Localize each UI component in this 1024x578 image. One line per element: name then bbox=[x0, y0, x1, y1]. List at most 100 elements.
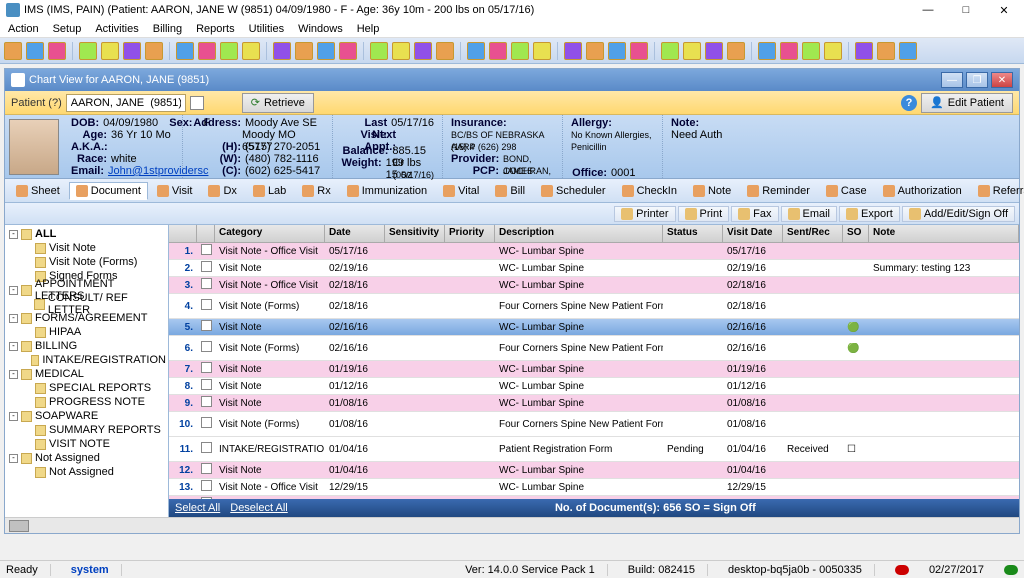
toolbar-button-25[interactable] bbox=[608, 42, 626, 60]
table-row[interactable]: 6.Visit Note (Forms)02/16/16Four Corners… bbox=[169, 336, 1019, 361]
tab-referral[interactable]: Referral bbox=[971, 182, 1024, 200]
toolbar-button-24[interactable] bbox=[586, 42, 604, 60]
toolbar-button-2[interactable] bbox=[48, 42, 66, 60]
tree-node[interactable]: -SOAPWARE bbox=[7, 409, 166, 423]
tree-node[interactable]: -FORMS/AGREEMENT bbox=[7, 311, 166, 325]
toolbar-button-35[interactable] bbox=[855, 42, 873, 60]
toolbar-button-1[interactable] bbox=[26, 42, 44, 60]
maximize-button[interactable]: □ bbox=[952, 1, 980, 19]
toolbar-button-27[interactable] bbox=[661, 42, 679, 60]
tree-node[interactable]: -MEDICAL bbox=[7, 367, 166, 381]
toolbar-button-5[interactable] bbox=[123, 42, 141, 60]
toolbar-button-36[interactable] bbox=[877, 42, 895, 60]
menu-billing[interactable]: Billing bbox=[153, 23, 182, 35]
table-row[interactable]: 3.Visit Note - Office Visit02/18/16WC- L… bbox=[169, 277, 1019, 294]
edit-patient-button[interactable]: 👤Edit Patient bbox=[921, 93, 1013, 113]
tree-node[interactable]: PROGRESS NOTE bbox=[7, 395, 166, 409]
menu-reports[interactable]: Reports bbox=[196, 23, 235, 35]
table-row[interactable]: 1.Visit Note - Office Visit05/17/16WC- L… bbox=[169, 243, 1019, 260]
table-row[interactable]: 12.Visit Note01/04/16WC- Lumbar Spine01/… bbox=[169, 462, 1019, 479]
tree-node[interactable]: Visit Note bbox=[7, 241, 166, 255]
select-all-link[interactable]: Select All bbox=[175, 502, 220, 514]
minimize-button[interactable]: — bbox=[914, 1, 942, 19]
tab-checkin[interactable]: CheckIn bbox=[615, 182, 684, 200]
menu-help[interactable]: Help bbox=[357, 23, 380, 35]
column-header[interactable]: Priority bbox=[445, 225, 495, 242]
column-header[interactable]: Date bbox=[325, 225, 385, 242]
tab-lab[interactable]: Lab bbox=[246, 182, 293, 200]
close-button[interactable]: ✕ bbox=[990, 1, 1018, 19]
toolbar-button-34[interactable] bbox=[824, 42, 842, 60]
toolbar-button-32[interactable] bbox=[780, 42, 798, 60]
tab-document[interactable]: Document bbox=[69, 182, 148, 200]
table-row[interactable]: 5.Visit Note02/16/16WC- Lumbar Spine02/1… bbox=[169, 319, 1019, 336]
menu-setup[interactable]: Setup bbox=[53, 23, 82, 35]
tree-node[interactable]: -BILLING bbox=[7, 339, 166, 353]
action-fax[interactable]: Fax bbox=[731, 206, 778, 222]
toolbar-button-33[interactable] bbox=[802, 42, 820, 60]
column-header[interactable]: Sensitivity bbox=[385, 225, 445, 242]
deselect-all-link[interactable]: Deselect All bbox=[230, 502, 287, 514]
tab-immunization[interactable]: Immunization bbox=[340, 182, 434, 200]
toolbar-button-18[interactable] bbox=[436, 42, 454, 60]
tab-dx[interactable]: Dx bbox=[201, 182, 243, 200]
toolbar-button-14[interactable] bbox=[339, 42, 357, 60]
toolbar-button-22[interactable] bbox=[533, 42, 551, 60]
tab-vital[interactable]: Vital bbox=[436, 182, 486, 200]
table-row[interactable]: 2.Visit Note02/19/16WC- Lumbar Spine02/1… bbox=[169, 260, 1019, 277]
tree-node[interactable]: SUMMARY REPORTS bbox=[7, 423, 166, 437]
toolbar-button-28[interactable] bbox=[683, 42, 701, 60]
tree-node[interactable]: CONSULT/ REF LETTER bbox=[7, 297, 166, 311]
toolbar-button-6[interactable] bbox=[145, 42, 163, 60]
tab-bill[interactable]: Bill bbox=[488, 182, 532, 200]
column-header[interactable] bbox=[169, 225, 197, 242]
tab-case[interactable]: Case bbox=[819, 182, 874, 200]
toolbar-button-37[interactable] bbox=[899, 42, 917, 60]
help-icon[interactable]: ? bbox=[901, 95, 917, 111]
tab-authorization[interactable]: Authorization bbox=[876, 182, 969, 200]
toolbar-button-4[interactable] bbox=[101, 42, 119, 60]
column-header[interactable]: Category bbox=[215, 225, 325, 242]
toolbar-button-20[interactable] bbox=[489, 42, 507, 60]
toolbar-button-9[interactable] bbox=[220, 42, 238, 60]
toolbar-button-31[interactable] bbox=[758, 42, 776, 60]
table-row[interactable]: 7.Visit Note01/19/16WC- Lumbar Spine01/1… bbox=[169, 361, 1019, 378]
child-restore-button[interactable]: ❐ bbox=[966, 72, 988, 88]
retrieve-button[interactable]: ⟳Retrieve bbox=[242, 93, 314, 113]
column-header[interactable]: Visit Date bbox=[723, 225, 783, 242]
table-row[interactable]: 11.INTAKE/REGISTRATION SHEET (BILLING)01… bbox=[169, 437, 1019, 462]
toolbar-button-17[interactable] bbox=[414, 42, 432, 60]
tree-node[interactable]: Not Assigned bbox=[7, 465, 166, 479]
horizontal-scrollbar[interactable] bbox=[5, 517, 1019, 533]
tree-node[interactable]: Visit Note (Forms) bbox=[7, 255, 166, 269]
tab-reminder[interactable]: Reminder bbox=[740, 182, 817, 200]
column-header[interactable]: Note bbox=[869, 225, 1019, 242]
tab-visit[interactable]: Visit bbox=[150, 182, 200, 200]
toolbar-button-8[interactable] bbox=[198, 42, 216, 60]
toolbar-button-3[interactable] bbox=[79, 42, 97, 60]
action-print[interactable]: Print bbox=[678, 206, 730, 222]
tree-node[interactable]: -Not Assigned bbox=[7, 451, 166, 465]
child-close-button[interactable]: ✕ bbox=[991, 72, 1013, 88]
menu-activities[interactable]: Activities bbox=[95, 23, 138, 35]
toolbar-button-11[interactable] bbox=[273, 42, 291, 60]
toolbar-button-23[interactable] bbox=[564, 42, 582, 60]
tab-scheduler[interactable]: Scheduler bbox=[534, 182, 613, 200]
toolbar-button-16[interactable] bbox=[392, 42, 410, 60]
column-header[interactable]: Status bbox=[663, 225, 723, 242]
toolbar-button-30[interactable] bbox=[727, 42, 745, 60]
toolbar-button-15[interactable] bbox=[370, 42, 388, 60]
toolbar-button-26[interactable] bbox=[630, 42, 648, 60]
patient-search-input[interactable] bbox=[66, 94, 186, 112]
child-minimize-button[interactable]: — bbox=[941, 72, 963, 88]
toolbar-button-10[interactable] bbox=[242, 42, 260, 60]
toolbar-button-13[interactable] bbox=[317, 42, 335, 60]
action-export[interactable]: Export bbox=[839, 206, 900, 222]
tab-note[interactable]: Note bbox=[686, 182, 738, 200]
tab-rx[interactable]: Rx bbox=[295, 182, 337, 200]
table-row[interactable]: 4.Visit Note (Forms)02/18/16Four Corners… bbox=[169, 294, 1019, 319]
table-row[interactable]: 9.Visit Note01/08/16WC- Lumbar Spine01/0… bbox=[169, 395, 1019, 412]
action-email[interactable]: Email bbox=[781, 206, 838, 222]
tree-node[interactable]: HIPAA bbox=[7, 325, 166, 339]
column-header[interactable]: Sent/Rec bbox=[783, 225, 843, 242]
